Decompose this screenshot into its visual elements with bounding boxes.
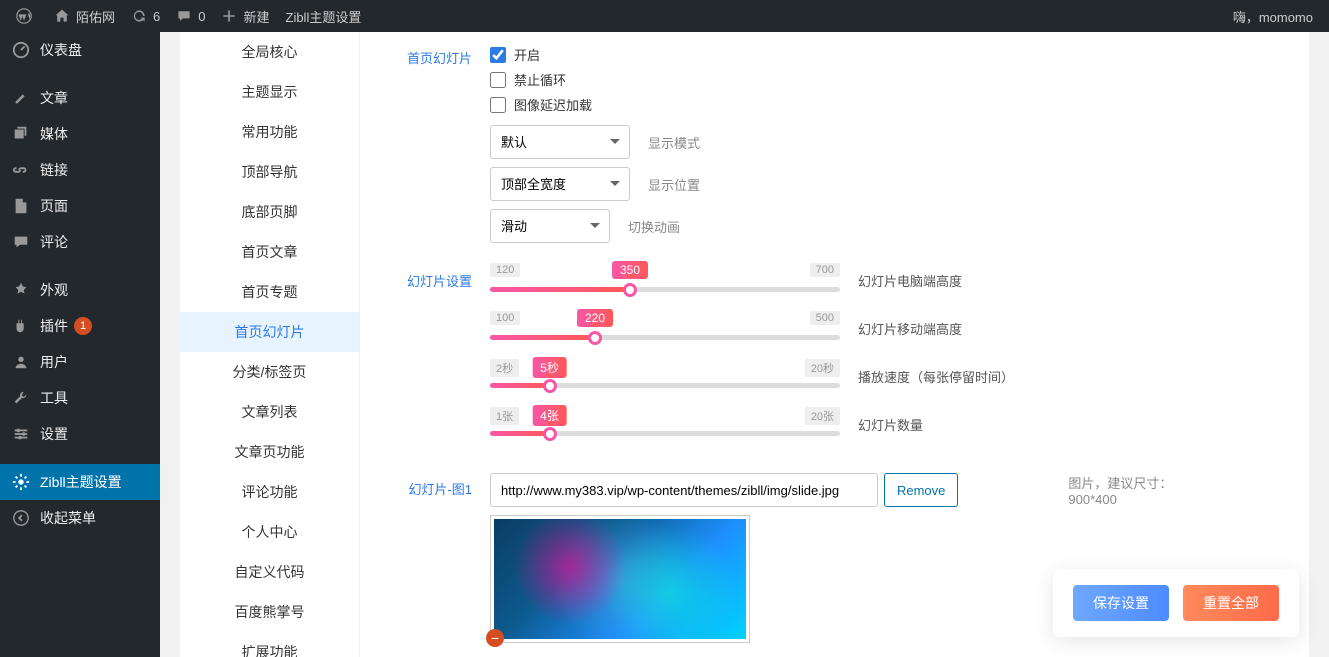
user-greeting[interactable]: 嗨，momomo <box>1225 0 1321 32</box>
menu-plugins[interactable]: 插件1 <box>0 308 160 344</box>
site-home[interactable]: 陌佑网 <box>46 0 123 32</box>
image-hint: 图片，建议尺寸：900*400 <box>1068 473 1220 507</box>
menu-posts[interactable]: 文章 <box>0 80 160 116</box>
action-buttons: 保存设置 重置全部 <box>1053 569 1299 637</box>
menu-comments[interactable]: 评论 <box>0 224 160 260</box>
subnav-item[interactable]: 评论功能 <box>180 472 359 512</box>
subnav-item[interactable]: 首页专题 <box>180 272 359 312</box>
slider[interactable]: 1张20张4张 <box>490 409 840 439</box>
menu-appearance[interactable]: 外观 <box>0 272 160 308</box>
slider[interactable]: 100500220 <box>490 313 840 343</box>
subnav-item[interactable]: 常用功能 <box>180 112 359 152</box>
section-slider-settings-title: 幻灯片设置 <box>390 265 490 290</box>
section-slide1-title: 幻灯片-图1 <box>390 473 490 498</box>
wp-logo[interactable] <box>8 0 46 32</box>
menu-zibll[interactable]: Zibll主题设置 <box>0 464 160 500</box>
subnav-item[interactable]: 自定义代码 <box>180 552 359 592</box>
subnav-item[interactable]: 个人中心 <box>180 512 359 552</box>
delete-image-icon[interactable]: − <box>486 629 504 647</box>
slider[interactable]: 120700350 <box>490 265 840 295</box>
remove-button[interactable]: Remove <box>884 473 958 507</box>
menu-links[interactable]: 链接 <box>0 152 160 188</box>
slider[interactable]: 2秒20秒5秒 <box>490 361 840 391</box>
wp-admin-sidebar: 仪表盘 文章 媒体 链接 页面 评论 外观 插件1 用户 工具 设置 Zibll… <box>0 32 160 657</box>
plugins-badge: 1 <box>74 317 92 335</box>
menu-media[interactable]: 媒体 <box>0 116 160 152</box>
subnav-item[interactable]: 分类/标签页 <box>180 352 359 392</box>
select-display-mode[interactable]: 默认 <box>490 125 630 159</box>
checkbox-enable[interactable] <box>490 47 506 63</box>
subnav-item[interactable]: 顶部导航 <box>180 152 359 192</box>
subnav-item[interactable]: 百度熊掌号 <box>180 592 359 632</box>
menu-tools[interactable]: 工具 <box>0 380 160 416</box>
menu-users[interactable]: 用户 <box>0 344 160 380</box>
reset-button[interactable]: 重置全部 <box>1183 585 1279 621</box>
theme-settings-link[interactable]: Zibll主题设置 <box>278 0 370 32</box>
subnav-item[interactable]: 首页幻灯片 <box>180 312 359 352</box>
save-button[interactable]: 保存设置 <box>1073 585 1169 621</box>
section-slideshow-title: 首页幻灯片 <box>390 42 490 67</box>
subnav-item[interactable]: 底部页脚 <box>180 192 359 232</box>
menu-collapse[interactable]: 收起菜单 <box>0 500 160 536</box>
select-transition[interactable]: 滑动 <box>490 209 610 243</box>
updates[interactable]: 6 <box>123 0 168 32</box>
subnav-item[interactable]: 全局核心 <box>180 32 359 72</box>
subnav-item[interactable]: 文章页功能 <box>180 432 359 472</box>
menu-settings[interactable]: 设置 <box>0 416 160 452</box>
select-display-position[interactable]: 顶部全宽度 <box>490 167 630 201</box>
settings-subnav: 全局核心主题显示常用功能顶部导航底部页脚首页文章首页专题首页幻灯片分类/标签页文… <box>180 32 360 657</box>
menu-dashboard[interactable]: 仪表盘 <box>0 32 160 68</box>
subnav-item[interactable]: 首页文章 <box>180 232 359 272</box>
checkbox-noloop[interactable] <box>490 72 506 88</box>
subnav-item[interactable]: 扩展功能 <box>180 632 359 657</box>
menu-pages[interactable]: 页面 <box>0 188 160 224</box>
checkbox-lazyload[interactable] <box>490 97 506 113</box>
subnav-item[interactable]: 文章列表 <box>180 392 359 432</box>
add-new[interactable]: 新建 <box>213 0 277 32</box>
image-preview: − <box>490 515 750 643</box>
subnav-item[interactable]: 主题显示 <box>180 72 359 112</box>
image-url-input[interactable] <box>490 473 878 507</box>
comments-count[interactable]: 0 <box>168 0 213 32</box>
